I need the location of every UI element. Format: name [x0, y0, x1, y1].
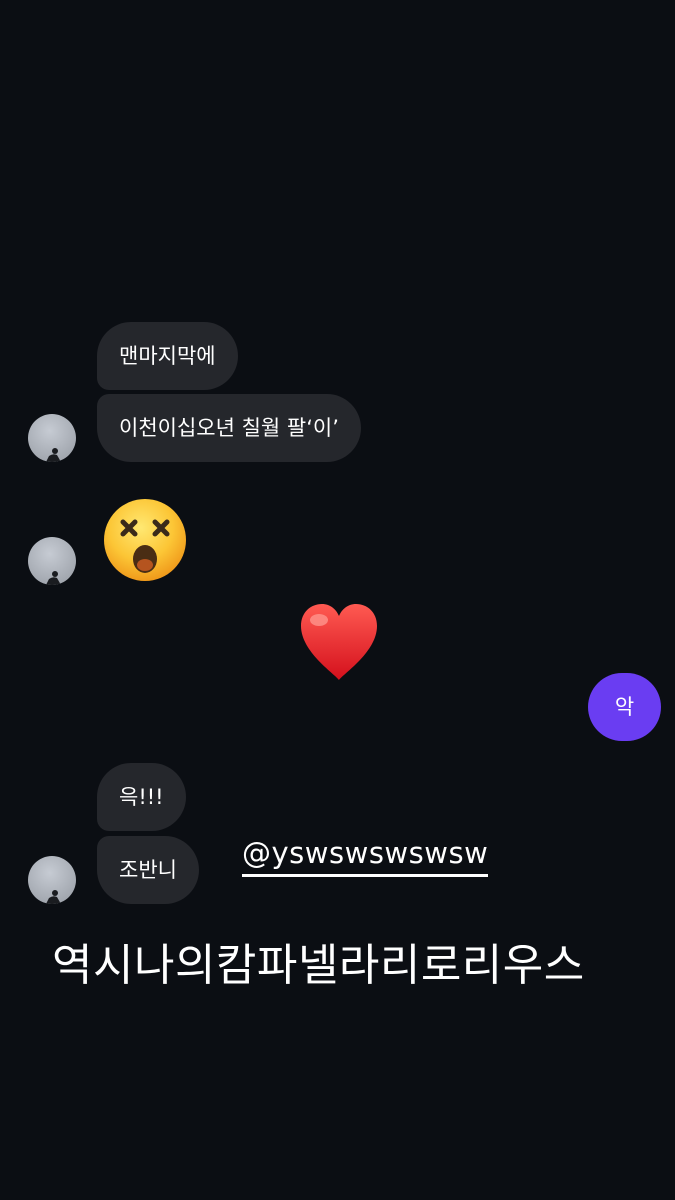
- mention-handle-text: @yswswswswsw: [242, 836, 489, 870]
- message-text: 이천이십오년 칠월 팔‘이’: [119, 415, 339, 440]
- message-text: 윽!!!: [119, 784, 164, 809]
- outgoing-message-bubble[interactable]: 악: [588, 673, 661, 741]
- sender-avatar[interactable]: [28, 414, 76, 462]
- message-text: 조반니: [119, 857, 177, 882]
- message-text: 악: [614, 694, 635, 719]
- mention-sticker[interactable]: @yswswswswsw: [242, 836, 489, 877]
- red-heart-emoji[interactable]: [297, 602, 381, 682]
- sender-avatar[interactable]: [28, 856, 76, 904]
- story-caption-text: 역시나의캄파넬라리로리우스: [52, 940, 585, 991]
- incoming-message-bubble[interactable]: 윽!!!: [97, 763, 186, 831]
- incoming-message-bubble[interactable]: 맨마지막에: [97, 322, 238, 390]
- incoming-message-bubble[interactable]: 이천이십오년 칠월 팔‘이’: [97, 394, 361, 462]
- message-text: 맨마지막에: [119, 343, 216, 368]
- person-silhouette-icon: [46, 448, 61, 462]
- sender-avatar[interactable]: [28, 537, 76, 585]
- person-silhouette-icon: [46, 890, 61, 904]
- person-silhouette-icon: [46, 571, 61, 585]
- dizzy-face-emoji[interactable]: [102, 497, 188, 583]
- incoming-message-bubble[interactable]: 조반니: [97, 836, 199, 904]
